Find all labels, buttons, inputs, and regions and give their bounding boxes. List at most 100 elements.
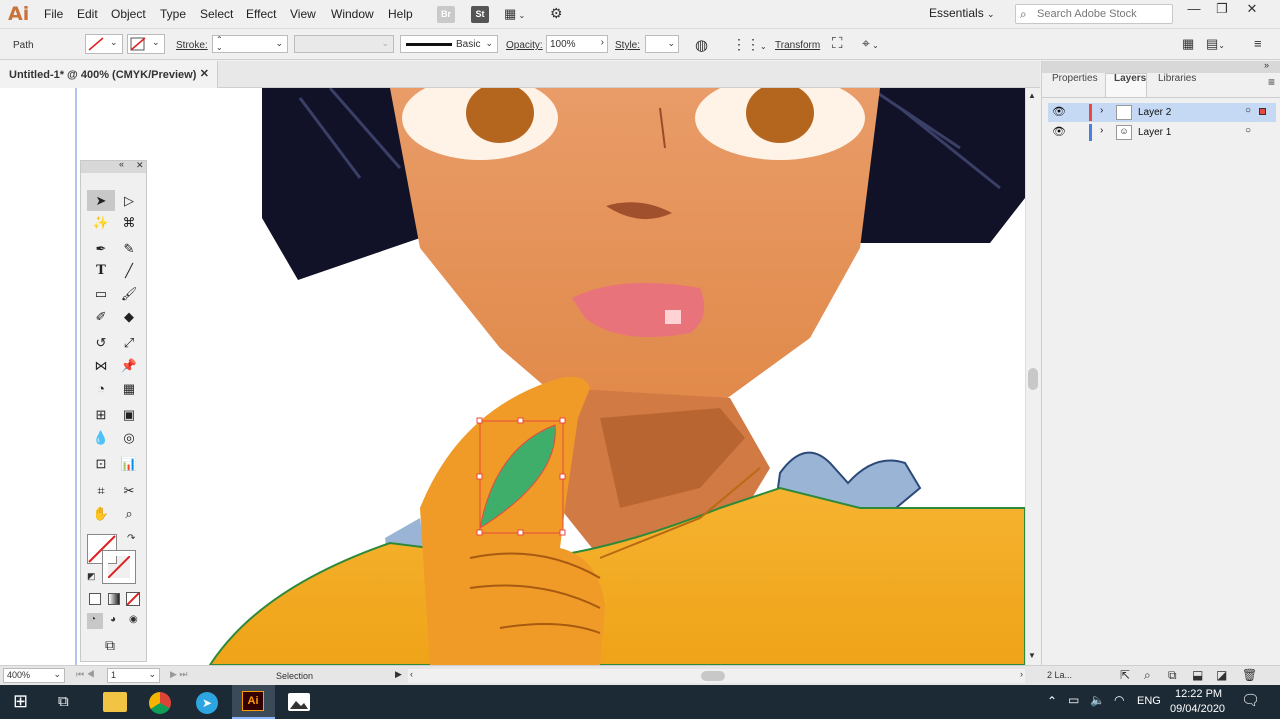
stock-icon[interactable]: St [471, 6, 489, 23]
variable-width-profile[interactable]: ⌄ [294, 35, 394, 53]
width-tool-icon[interactable]: ⋈ [92, 357, 110, 375]
none-mode-icon[interactable] [126, 592, 140, 606]
minimize-button[interactable]: — [1180, 0, 1208, 20]
expand-chevron-icon[interactable]: › [1100, 125, 1103, 136]
layer-name[interactable]: Layer 1 [1138, 127, 1171, 138]
hand-tool-icon[interactable]: ✋ [92, 505, 110, 523]
isolate-icon[interactable]: ⛶ [832, 35, 843, 52]
chrome-icon[interactable] [149, 692, 171, 714]
curvature-tool-icon[interactable]: ✎ [120, 240, 138, 258]
layer-row-layer-2[interactable]: 👁 › Layer 2 ○ [1048, 103, 1276, 122]
color-mode-icon[interactable] [89, 593, 101, 605]
volume-icon[interactable]: 🔈 [1090, 693, 1105, 707]
arrange-documents-icon[interactable]: ▦ ⌄ [504, 6, 525, 22]
paintbrush-tool-icon[interactable]: 🖌 [120, 285, 138, 303]
shape-builder-tool-icon[interactable]: ◔ [92, 380, 110, 398]
layer-name[interactable]: Layer 2 [1138, 107, 1171, 118]
opacity-input[interactable]: 100% › [546, 35, 608, 53]
draw-behind-icon[interactable]: ◕ [110, 614, 116, 625]
graph-tool-icon[interactable]: 📊 [120, 455, 138, 473]
artboard-tool-icon[interactable]: ⌗ [92, 482, 110, 500]
task-view-icon[interactable]: ⧉ [58, 693, 69, 710]
gradient-tool-icon[interactable]: ▣ [120, 406, 138, 424]
file-explorer-icon[interactable] [103, 692, 127, 712]
menu-view[interactable]: View [290, 7, 316, 21]
slice-tool-icon[interactable]: ✂ [120, 482, 138, 500]
status-menu-arrow-icon[interactable]: ▶ [395, 669, 402, 680]
vertical-scrollbar[interactable]: ▲ ▼ [1025, 88, 1040, 665]
zoom-level-select[interactable]: 400% ⌄ [3, 668, 65, 683]
graphic-style-picker[interactable]: ⌄ [645, 35, 679, 53]
symbol-sprayer-tool-icon[interactable]: ⊡ [92, 455, 110, 473]
export-icon[interactable]: ⇱ [1120, 668, 1130, 682]
selection-indicator[interactable] [1259, 108, 1266, 115]
type-tool-icon[interactable]: T [92, 262, 110, 280]
search-stock-input[interactable]: ⌕ Search Adobe Stock [1015, 4, 1173, 24]
opacity-label[interactable]: Opacity: [506, 40, 543, 51]
panel-menu-icon[interactable]: ≡ [1268, 75, 1275, 89]
gpu-performance-icon[interactable]: ⚙ [550, 5, 563, 22]
zoom-tool-icon[interactable]: ⌕ [120, 505, 138, 523]
menu-edit[interactable]: Edit [77, 7, 98, 21]
puppet-warp-icon[interactable]: ⌖ ⌄ [862, 35, 879, 52]
perspective-grid-tool-icon[interactable]: ▦ [120, 380, 138, 398]
swap-fill-stroke-icon[interactable]: ↷ [127, 533, 135, 544]
default-colors-icon[interactable]: ◩ [87, 571, 96, 582]
magic-wand-tool-icon[interactable]: ✨ [92, 214, 110, 232]
expand-chevron-icon[interactable]: › [1100, 105, 1103, 116]
tab-properties[interactable]: Properties [1052, 73, 1098, 84]
first-artboard-icon[interactable]: ⏮ ◀ [76, 669, 95, 680]
visibility-eye-icon[interactable]: 👁 [1052, 105, 1066, 118]
clock-date[interactable]: 09/04/2020 [1170, 703, 1225, 715]
bridge-icon[interactable]: Br [437, 6, 455, 23]
menu-type[interactable]: Type [160, 7, 186, 21]
eyedropper-tool-icon[interactable]: 💧 [92, 429, 110, 447]
restore-button[interactable]: ❐ [1208, 0, 1236, 20]
screen-mode-icon[interactable]: ⧉ [105, 637, 115, 654]
artboard-canvas[interactable] [0, 88, 1025, 665]
menu-help[interactable]: Help [388, 7, 413, 21]
control-menu-icon[interactable]: ≡ [1254, 36, 1262, 51]
delete-layer-icon[interactable]: 🗑 [1242, 668, 1257, 682]
puppet-warp-tool-icon[interactable]: 📌 [120, 357, 138, 375]
mesh-tool-icon[interactable]: ⊞ [92, 406, 110, 424]
direct-selection-tool-icon[interactable]: ▷ [120, 192, 138, 210]
lasso-tool-icon[interactable]: ⌘ [120, 214, 138, 232]
horizontal-scroll-thumb[interactable] [701, 671, 725, 681]
stroke-label[interactable]: Stroke: [176, 40, 208, 51]
rectangle-tool-icon[interactable]: ▭ [92, 285, 110, 303]
close-panel-icon[interactable]: ✕ [136, 160, 144, 171]
document-tab[interactable]: Untitled-1* @ 400% (CMYK/Preview) ✕ [0, 61, 218, 88]
arrange-icon[interactable]: ▦ [1182, 36, 1194, 52]
locate-object-icon[interactable]: ⌕ [1144, 668, 1151, 683]
target-icon[interactable]: ○ [1245, 105, 1251, 116]
distribute-icon[interactable]: ▤⌄ [1206, 36, 1225, 52]
menu-object[interactable]: Object [111, 7, 146, 21]
new-sublayer-icon[interactable]: ⬓ [1192, 668, 1203, 682]
shaper-tool-icon[interactable]: ✐ [92, 308, 110, 326]
last-artboard-icon[interactable]: ▶ ⏭ [170, 669, 188, 680]
tab-libraries[interactable]: Libraries [1158, 73, 1196, 84]
draw-inside-icon[interactable]: ◉ [129, 614, 138, 625]
stroke-weight-input[interactable]: ⌃ ⌄ ⌄ [212, 35, 288, 53]
brush-definition[interactable]: Basic ⌄ [400, 35, 498, 53]
workspace-switcher[interactable]: Essentials ⌄ [929, 6, 995, 20]
eraser-tool-icon[interactable]: ◆ [120, 308, 138, 326]
transform-link[interactable]: Transform [775, 40, 820, 51]
horizontal-scrollbar[interactable]: ‹ › [408, 669, 1025, 683]
menu-file[interactable]: File [44, 7, 63, 21]
menu-effect[interactable]: Effect [246, 7, 276, 21]
fill-swatch[interactable]: ⌄ [85, 34, 123, 54]
pen-tool-icon[interactable]: ✒ [92, 240, 110, 258]
tools-panel-header[interactable]: « ✕ [81, 159, 146, 173]
selection-tool-icon[interactable]: ➤ [92, 192, 110, 210]
gradient-mode-icon[interactable] [108, 593, 120, 605]
visibility-eye-icon[interactable]: 👁 [1052, 125, 1066, 138]
show-hidden-icons-icon[interactable]: ⌃ [1047, 694, 1057, 708]
new-layer-icon[interactable]: ◪ [1216, 668, 1227, 682]
align-icon[interactable]: ⋮⋮⌄ [732, 36, 767, 53]
language-indicator[interactable]: ENG [1137, 695, 1161, 707]
menu-window[interactable]: Window [331, 7, 374, 21]
scale-tool-icon[interactable]: ⤢ [120, 334, 138, 352]
recolor-artwork-icon[interactable]: ◍ [695, 36, 708, 54]
